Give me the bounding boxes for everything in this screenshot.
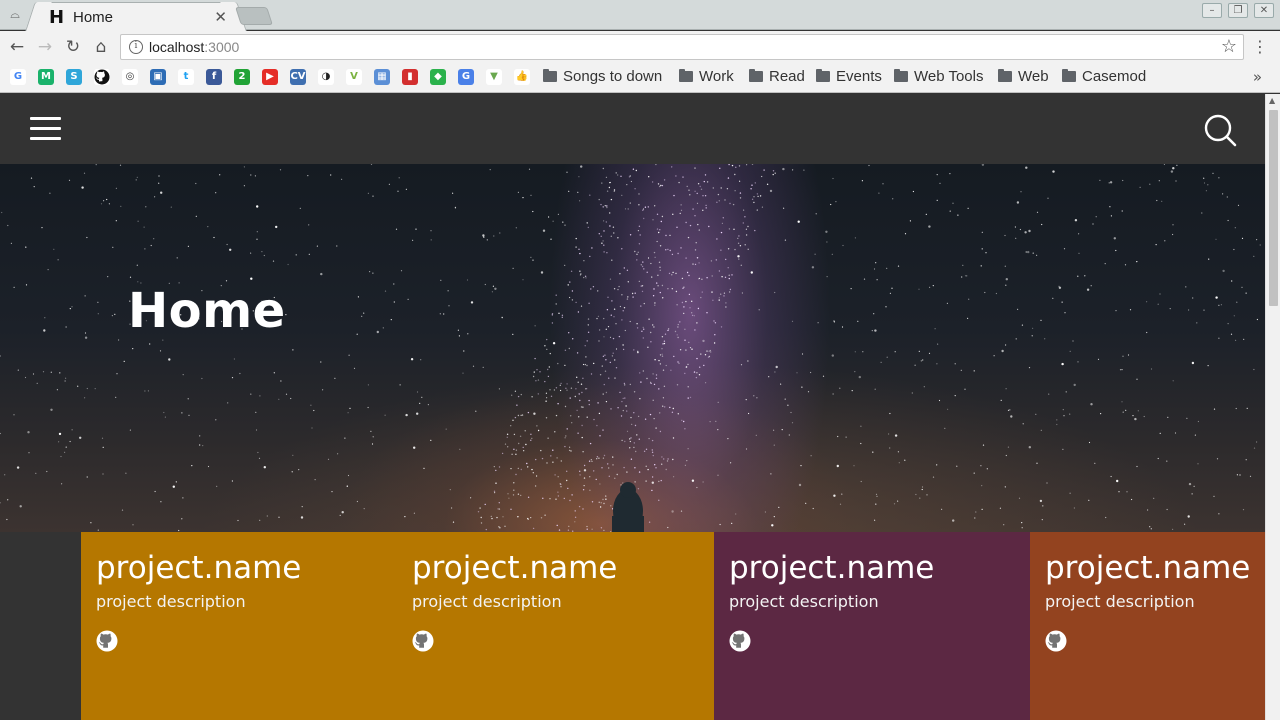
search-icon[interactable] [1203,113,1237,147]
bookmark-folder[interactable]: Web [998,68,1049,85]
github-icon[interactable] [94,69,110,85]
hero-banner: Home [0,164,1265,532]
folder-icon [1062,69,1076,82]
bookmark-folder[interactable]: Work [679,68,734,85]
side-strip [0,532,81,720]
tab-strip: ⌓ H Home ✕ – ❐ ✕ [0,0,1280,31]
feedly-icon[interactable]: ◆ [430,69,446,85]
project-name: project.name [729,550,935,586]
info-icon[interactable]: i [129,40,143,54]
bookmark-folder[interactable]: Songs to down [543,68,662,85]
medium-icon[interactable]: M [38,69,54,85]
project-card[interactable]: project.name project description [81,532,397,720]
google-icon[interactable]: G [10,69,26,85]
home-button[interactable]: ⌂ [90,36,112,58]
url-text: localhost:3000 [149,39,240,55]
bookmark-folder-label: Events [836,68,882,85]
project-description: project description [729,592,879,611]
image-icon[interactable]: ▦ [374,69,390,85]
reload-button[interactable]: ↻ [62,36,84,58]
bookmark-folder[interactable]: Events [816,68,882,85]
bookmark-folder-label: Web [1018,68,1049,85]
tab-close-icon[interactable]: ✕ [214,8,227,26]
youtube-icon[interactable]: ▶ [262,69,278,85]
circle-icon[interactable]: ◎ [122,69,138,85]
tab-title: Home [73,9,114,26]
person-silhouette [612,482,644,532]
page-title: Home [128,283,286,339]
incognito-icon: ⌓ [10,7,20,21]
bucket-icon[interactable]: ▣ [150,69,166,85]
forward-button[interactable]: → [34,36,56,58]
scroll-up-icon[interactable]: ▲ [1269,96,1275,105]
v-icon[interactable]: V [346,69,362,85]
bookmark-folder[interactable]: Casemod [1062,68,1146,85]
bookmarks-overflow-icon[interactable]: » [1253,68,1262,86]
bookmark-folder[interactable]: Read [749,68,805,85]
scroll-thumb[interactable] [1269,110,1278,306]
translate-icon[interactable]: G [458,69,474,85]
bookmark-star-icon[interactable]: ☆ [1221,36,1237,57]
menu-icon[interactable]: ⋮ [1252,35,1268,59]
chart-icon[interactable]: ▮ [402,69,418,85]
page-scrollbar[interactable]: ▲ [1265,94,1280,720]
project-description: project description [96,592,246,611]
folder-icon [749,69,763,82]
github-icon[interactable] [1045,630,1067,652]
app-header [0,94,1265,164]
tab-home[interactable]: H Home ✕ [38,2,234,31]
back-button[interactable]: ← [6,36,28,58]
address-bar[interactable]: i localhost:3000 ☆ [120,34,1244,60]
folder-icon [543,69,557,82]
cv-icon[interactable]: CV [290,69,306,85]
folder-icon [816,69,830,82]
project-name: project.name [412,550,618,586]
bookmark-folder-label: Read [769,68,805,85]
web-page: Home project.name project description proj… [0,94,1265,720]
project-card[interactable]: project.name project description [714,532,1030,720]
browser-toolbar: ← → ↻ ⌂ i localhost:3000 ☆ ⋮ [0,31,1280,63]
github-icon[interactable] [412,630,434,652]
bookmarks-bar: G M S ◎ ▣ t f 2 ▶ CV ◑ V ▦ ▮ ◆ G ▼ 👍 Songs to down Work Rea… [0,63,1280,93]
folder-icon [679,69,693,82]
s-icon[interactable]: S [66,69,82,85]
tab-favicon: H [49,7,65,28]
new-tab-button[interactable] [235,7,273,25]
thumbs-up-icon[interactable]: 👍 [514,69,530,85]
bookmark-folder-label: Web Tools [914,68,984,85]
project-name: project.name [96,550,302,586]
close-window-button[interactable]: ✕ [1254,3,1274,18]
bookmark-folder-label: Songs to down [563,68,663,85]
folder-icon [998,69,1012,82]
bookmark-folder[interactable]: Web Tools [894,68,984,85]
two-icon[interactable]: 2 [234,69,250,85]
project-card[interactable]: project.name project description [1030,532,1265,720]
filter-icon[interactable]: ▼ [486,69,502,85]
restore-button[interactable]: ❐ [1228,3,1248,18]
facebook-icon[interactable]: f [206,69,222,85]
bookmark-folder-label: Work [699,68,734,85]
projects-grid: project.name project description project.n… [0,532,1265,720]
hamburger-menu-icon[interactable] [30,117,61,140]
project-description: project description [412,592,562,611]
github-icon[interactable] [96,630,118,652]
github-icon[interactable] [729,630,751,652]
project-name: project.name [1045,550,1251,586]
twitter-icon[interactable]: t [178,69,194,85]
project-description: project description [1045,592,1195,611]
minimize-button[interactable]: – [1202,3,1222,18]
bookmark-folder-label: Casemod [1082,68,1147,85]
project-card[interactable]: project.name project description [397,532,714,720]
folder-icon [894,69,908,82]
glasses-icon[interactable]: ◑ [318,69,334,85]
